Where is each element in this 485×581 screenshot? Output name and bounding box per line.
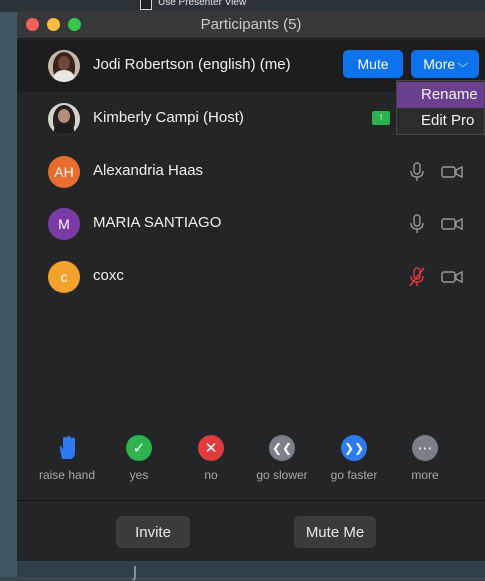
avatar: M <box>48 208 80 240</box>
chevron-down-icon: ⌵ <box>457 58 469 70</box>
video-camera-icon[interactable] <box>441 216 463 232</box>
rewind-icon: ❮❮ <box>269 435 295 461</box>
menu-item-edit-profile[interactable]: Edit Pro <box>397 108 484 134</box>
invite-button[interactable]: Invite <box>116 516 190 548</box>
more-button-label: More <box>423 56 456 72</box>
reaction-label: go slower <box>256 468 308 482</box>
footer-divider <box>17 500 485 501</box>
x-icon: ✕ <box>198 435 224 461</box>
reaction-label: yes <box>129 468 149 482</box>
video-camera-icon[interactable] <box>441 269 463 285</box>
reaction-label: go faster <box>330 468 378 482</box>
participant-name: Kimberly Campi (Host) <box>93 109 244 126</box>
fast-forward-icon: ❯❯ <box>341 435 367 461</box>
background-bottom-strip <box>17 561 485 577</box>
reaction-go-faster[interactable]: ❯❯ go faster <box>317 435 391 482</box>
presenter-view-label: Use Presenter View <box>158 0 247 8</box>
participant-name: MARIA SANTIAGO <box>93 214 222 231</box>
raise-hand-icon <box>54 435 80 461</box>
participant-row[interactable]: AH Alexandria Haas <box>17 146 485 198</box>
participant-name: Alexandria Haas <box>93 162 204 179</box>
ellipsis-icon: ⋯ <box>412 435 438 461</box>
avatar <box>48 103 80 135</box>
reaction-no[interactable]: ✕ no <box>174 435 248 482</box>
avatar: c <box>48 261 80 293</box>
participant-name: Jodi Robertson (english) (me) <box>93 56 291 73</box>
screen-share-icon: ↑ <box>372 111 390 125</box>
video-camera-icon[interactable] <box>441 164 463 180</box>
more-dropdown-menu: Rename Edit Pro <box>396 80 485 135</box>
reactions-bar: raise hand ✓ yes ✕ no ❮❮ go slower ❯❯ go… <box>17 435 485 495</box>
window-title: Participants (5) <box>200 16 302 33</box>
presenter-view-checkbox[interactable] <box>140 0 152 10</box>
reaction-raise-hand[interactable]: raise hand <box>30 435 104 482</box>
reaction-more[interactable]: ⋯ more <box>388 435 462 482</box>
check-icon: ✓ <box>126 435 152 461</box>
participant-row[interactable]: c coxc <box>17 251 485 303</box>
background-left-panel <box>0 12 17 577</box>
reaction-label: no <box>204 468 218 482</box>
participant-name: coxc <box>93 267 124 284</box>
mute-me-button[interactable]: Mute Me <box>294 516 376 548</box>
microphone-icon[interactable] <box>409 162 425 182</box>
more-button[interactable]: More ⌵ <box>411 50 479 78</box>
menu-item-rename[interactable]: Rename <box>397 82 484 108</box>
microphone-muted-icon[interactable] <box>409 267 425 287</box>
reaction-label: raise hand <box>38 468 96 482</box>
avatar <box>48 50 80 82</box>
reaction-go-slower[interactable]: ❮❮ go slower <box>245 435 319 482</box>
microphone-icon[interactable] <box>409 214 425 234</box>
reaction-label: more <box>411 468 439 482</box>
avatar: AH <box>48 156 80 188</box>
mute-button[interactable]: Mute <box>343 50 403 78</box>
participant-row[interactable]: M MARIA SANTIAGO <box>17 198 485 250</box>
titlebar: Participants (5) <box>17 10 485 39</box>
cursor-glyph: ȷ <box>133 560 137 580</box>
reaction-yes[interactable]: ✓ yes <box>102 435 176 482</box>
